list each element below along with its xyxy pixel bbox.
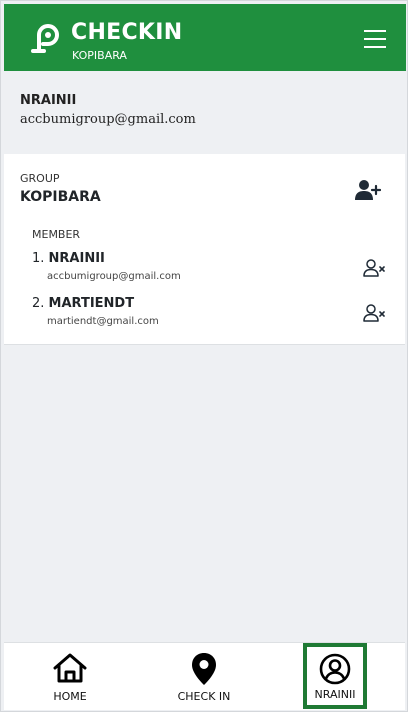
nav-profile-label: NRAINII	[314, 688, 356, 701]
app-subtitle: KOPIBARA	[72, 49, 127, 62]
group-card: GROUP KOPIBARA MEMBER 1. NRAINII accbumi…	[4, 154, 405, 345]
app-header: CHECKIN KOPIBARA	[4, 4, 406, 71]
menu-bar	[364, 46, 386, 48]
list-item: 1. NRAINII accbumigroup@gmail.com	[32, 250, 392, 290]
member-title: 2. MARTIENDT	[32, 295, 392, 313]
menu-bar	[364, 30, 386, 32]
member-label: MEMBER	[32, 228, 81, 241]
remove-user-icon[interactable]	[363, 259, 385, 277]
hamburger-menu-icon[interactable]	[364, 29, 388, 49]
member-title: 1. NRAINII	[32, 250, 392, 268]
nav-home-label: HOME	[53, 690, 87, 703]
group-name: KOPIBARA	[20, 189, 101, 205]
nav-check-in[interactable]: CHECK IN	[169, 643, 239, 711]
current-user-name: NRAINII	[20, 93, 77, 108]
app-title: CHECKIN	[71, 20, 183, 45]
nav-check-in-label: CHECK IN	[177, 690, 231, 703]
app-frame: CHECKIN KOPIBARA NRAINII accbumigroup@gm…	[0, 0, 408, 712]
member-email: martiendt@gmail.com	[47, 316, 159, 327]
current-user-email: accbumigroup@gmail.com	[20, 112, 196, 127]
remove-user-icon[interactable]	[363, 304, 385, 322]
member-email: accbumigroup@gmail.com	[47, 271, 181, 282]
menu-bar	[364, 38, 386, 40]
member-number: 2.	[32, 296, 45, 311]
group-label: GROUP	[20, 172, 60, 185]
bottom-nav: HOME CHECK IN NRAINII	[4, 642, 405, 710]
map-pin-icon	[192, 653, 216, 685]
member-name: NRAINII	[48, 251, 105, 266]
list-item: 2. MARTIENDT martiendt@gmail.com	[32, 295, 392, 335]
nav-profile[interactable]: NRAINII	[303, 643, 367, 709]
nav-home[interactable]: HOME	[38, 643, 102, 711]
member-number: 1.	[32, 251, 45, 266]
checkin-logo-icon	[31, 24, 59, 53]
user-circle-icon	[319, 653, 351, 685]
add-user-icon[interactable]	[355, 179, 381, 201]
member-name: MARTIENDT	[48, 296, 135, 311]
home-icon	[53, 653, 87, 683]
